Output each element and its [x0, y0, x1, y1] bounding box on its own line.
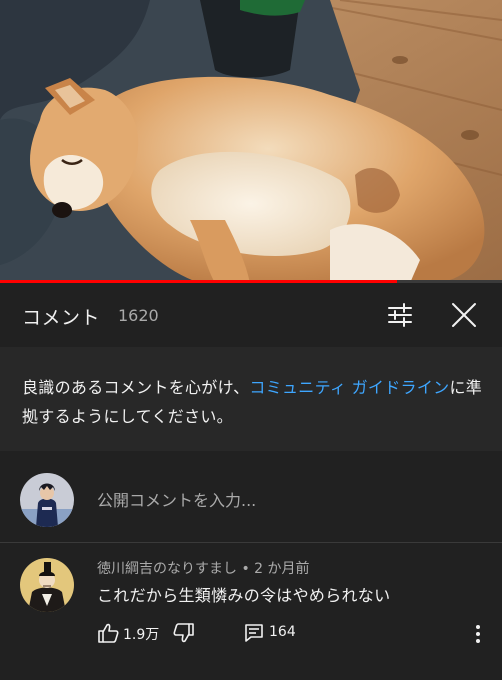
notice-text-before: 良識のあるコメントを心がけ、: [22, 378, 250, 397]
more-options-button[interactable]: [468, 622, 488, 646]
comments-count: 1620: [118, 306, 159, 325]
notice-text: 良識のあるコメントを心がけ、コミュニティ ガイドラインに準拠するようにしてくださ…: [22, 373, 488, 431]
community-guidelines-notice: 良識のあるコメントを心がけ、コミュニティ ガイドラインに準拠するようにしてくださ…: [0, 347, 502, 451]
user-avatar-icon: [20, 473, 74, 527]
comment-time: 2 か月前: [254, 561, 310, 577]
comment-author[interactable]: 徳川綱吉のなりすまし: [97, 561, 237, 577]
dog-video-frame: [0, 0, 502, 283]
meta-separator: •: [237, 561, 255, 577]
dislike-button[interactable]: [173, 622, 195, 644]
commenter-avatar[interactable]: [20, 558, 74, 612]
comments-screen: コメント 1620 良識のあるコメントを心がけ、コミュニティ ガイドラインに準拠…: [0, 0, 502, 680]
sort-filter-button[interactable]: [385, 300, 415, 330]
reply-count: 164: [269, 624, 296, 640]
comment-actions: 1.9万 164: [97, 622, 497, 646]
comment-text: これだから生類憐みの令はやめられない: [97, 586, 391, 605]
like-button[interactable]: [97, 622, 119, 644]
sliders-icon: [388, 303, 412, 327]
close-button[interactable]: [449, 300, 479, 330]
comment-input[interactable]: 公開コメントを入力...: [97, 487, 256, 511]
more-vert-icon: [476, 625, 480, 643]
reply-button[interactable]: [243, 622, 265, 644]
comment-item: 徳川綱吉のなりすまし • 2 か月前 これだから生類憐みの令はやめられない 1.…: [0, 544, 502, 680]
video-player[interactable]: [0, 0, 502, 283]
add-comment-row: 公開コメントを入力...: [0, 451, 502, 543]
community-guidelines-link[interactable]: コミュニティ ガイドライン: [249, 378, 449, 397]
comment-meta: 徳川綱吉のなりすまし • 2 か月前: [97, 558, 310, 578]
portrait-avatar-icon: [20, 558, 74, 612]
comments-header: コメント 1620: [0, 283, 502, 347]
like-count: 1.9万: [123, 627, 160, 643]
my-avatar[interactable]: [20, 473, 74, 527]
comments-title: コメント: [22, 307, 101, 329]
close-icon: [452, 303, 476, 327]
